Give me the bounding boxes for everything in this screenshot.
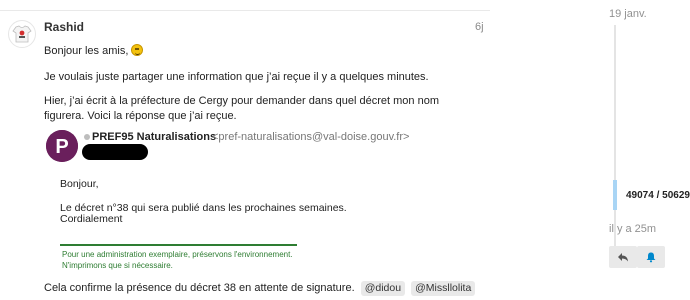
timeline-progress: 49074 / 50629 bbox=[626, 190, 690, 201]
smiley-emoji-icon bbox=[131, 44, 144, 56]
logo-letter: P bbox=[55, 136, 68, 158]
reply-icon bbox=[618, 253, 628, 262]
timeline-handle[interactable] bbox=[613, 180, 617, 210]
sender-status-dot bbox=[84, 134, 90, 140]
sender-name: PREF95 Naturalisations bbox=[92, 131, 217, 143]
mention-didou[interactable]: @didou bbox=[360, 281, 406, 296]
reply-button[interactable] bbox=[609, 246, 637, 268]
signature-line-1: Pour une administration exemplaire, prés… bbox=[62, 250, 293, 259]
user-avatar[interactable] bbox=[8, 20, 36, 48]
timeline-track[interactable] bbox=[614, 25, 616, 255]
sender-email: <pref-naturalisations@val-doise.gouv.fr> bbox=[212, 131, 410, 143]
post-username[interactable]: Rashid bbox=[44, 20, 84, 34]
post-age[interactable]: 6j bbox=[475, 21, 484, 33]
signature-divider bbox=[60, 244, 297, 246]
sender-logo: P bbox=[46, 130, 78, 162]
redacted-recipient bbox=[82, 144, 148, 160]
post-greeting: Bonjour les amis, bbox=[44, 44, 144, 59]
post-conclusion: Cela confirme la présence du décret 38 e… bbox=[44, 281, 476, 296]
email-salutation: Bonjour, bbox=[60, 178, 99, 190]
mention-missllolita[interactable]: @Missllolita bbox=[411, 281, 476, 296]
timeline-start-date[interactable]: 19 janv. bbox=[609, 8, 647, 20]
top-divider bbox=[0, 10, 490, 11]
tshirt-avatar-icon bbox=[12, 25, 32, 43]
bell-icon bbox=[646, 252, 656, 263]
conclusion-text: Cela confirme la présence du décret 38 e… bbox=[44, 282, 355, 294]
signature-line-2: N'imprimons que si nécessaire. bbox=[62, 261, 173, 270]
timeline-last-activity[interactable]: il y a 25m bbox=[609, 223, 656, 235]
email-closing: Cordialement bbox=[60, 213, 123, 225]
post-paragraph-2: Hier, j’ai écrit à la préfecture de Cerg… bbox=[44, 95, 439, 122]
pref-logo-icon: P bbox=[46, 130, 78, 162]
post-paragraph-1: Je voulais juste partager une informatio… bbox=[44, 71, 429, 83]
greeting-text: Bonjour les amis, bbox=[44, 45, 129, 57]
notification-button[interactable] bbox=[637, 246, 665, 268]
